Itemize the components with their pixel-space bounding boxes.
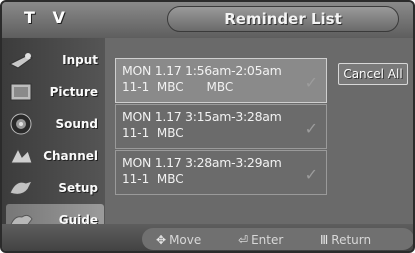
move-hint: ✥ Move	[156, 233, 201, 247]
footer-bar: ✥ Move ⏎ Enter Ⅲ Return	[2, 224, 413, 251]
sidebar-item-label: Input	[62, 52, 98, 67]
reminder-time: MON 1.17 3:28am-3:29am	[122, 155, 282, 170]
check-icon: ✓	[304, 165, 318, 184]
sidebar-item-channel[interactable]: Channel	[6, 140, 104, 171]
sidebar-item-setup[interactable]: Setup	[6, 172, 104, 203]
reminder-item[interactable]: MON 1.17 3:28am-3:29am 11-1 MBC ✓	[115, 150, 327, 195]
return-label: Return	[331, 233, 372, 247]
reminder-channel: 11-1 MBC	[122, 126, 184, 140]
channel-icon	[6, 142, 36, 170]
return-icon: Ⅲ	[320, 233, 329, 247]
return-hint: Ⅲ Return	[320, 233, 371, 247]
reminder-channel: 11-1 MBC MBC	[122, 80, 234, 94]
setup-icon	[6, 174, 36, 202]
enter-label: Enter	[251, 233, 284, 247]
dpad-icon: ✥	[156, 233, 167, 247]
sidebar-item-input[interactable]: Input	[6, 44, 104, 75]
sidebar: Input Picture Sound Channel Setup Guide	[2, 38, 105, 235]
reminder-list: MON 1.17 1:56am-2:05am 11-1 MBC MBC ✓ MO…	[115, 58, 327, 196]
picture-icon	[6, 78, 36, 106]
footer-hints: ✥ Move ⏎ Enter Ⅲ Return	[142, 228, 413, 250]
enter-icon: ⏎	[238, 233, 249, 247]
sidebar-item-label: Sound	[55, 116, 98, 131]
reminder-time: MON 1.17 3:15am-3:28am	[122, 109, 282, 124]
reminder-item[interactable]: MON 1.17 3:15am-3:28am 11-1 MBC ✓	[115, 104, 327, 149]
sidebar-item-label: Channel	[43, 148, 98, 163]
sidebar-item-label: Setup	[58, 180, 98, 195]
sidebar-item-picture[interactable]: Picture	[6, 76, 104, 107]
tv-osd-screen: T V Reminder List Input Picture Sound Ch…	[0, 0, 415, 253]
sidebar-item-label: Picture	[49, 84, 98, 99]
header-bar: T V Reminder List	[2, 2, 413, 38]
reminder-list-panel: MON 1.17 1:56am-2:05am 11-1 MBC MBC ✓ MO…	[105, 38, 413, 234]
cancel-all-button[interactable]: Cancel All	[338, 63, 408, 85]
reminder-time: MON 1.17 1:56am-2:05am	[122, 63, 282, 78]
check-icon: ✓	[304, 73, 318, 92]
reminder-channel: 11-1 MBC	[122, 172, 184, 186]
check-icon: ✓	[304, 119, 318, 138]
reminder-item[interactable]: MON 1.17 1:56am-2:05am 11-1 MBC MBC ✓	[115, 58, 327, 103]
sidebar-item-sound[interactable]: Sound	[6, 108, 104, 139]
page-title: Reminder List	[167, 6, 399, 32]
enter-hint: ⏎ Enter	[238, 233, 283, 247]
tv-label: T V	[24, 8, 71, 27]
input-icon	[6, 46, 36, 74]
move-label: Move	[169, 233, 202, 247]
sound-icon	[6, 110, 36, 138]
